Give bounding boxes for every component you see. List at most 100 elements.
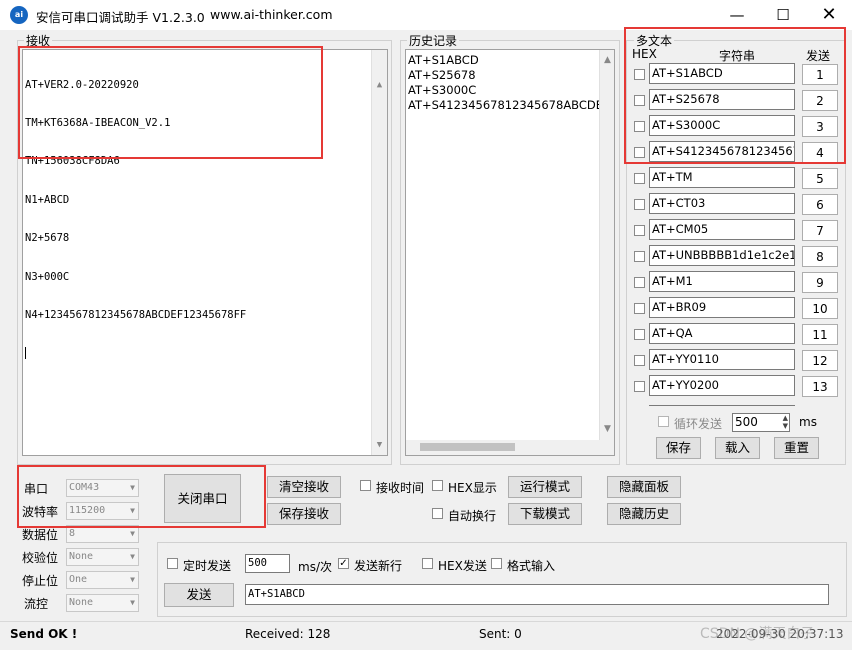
history-item[interactable]: AT+S3000C bbox=[408, 83, 612, 98]
newline-checkbox[interactable]: ✓ bbox=[338, 558, 349, 569]
baud-select[interactable]: 115200 ▼ bbox=[66, 502, 139, 520]
multitext-send-button[interactable]: 8 bbox=[802, 246, 838, 267]
stopbits-select[interactable]: One ▼ bbox=[66, 571, 139, 589]
hex-checkbox[interactable] bbox=[634, 303, 645, 314]
multitext-input[interactable]: AT+S4123456781234567 bbox=[649, 141, 795, 162]
baud-label: 波特率 bbox=[22, 505, 59, 519]
spin-arrows-icon[interactable]: ▲ ▼ bbox=[783, 414, 788, 430]
multitext-input[interactable]: AT+CM05 bbox=[649, 219, 795, 240]
hex-checkbox[interactable] bbox=[634, 199, 645, 210]
hide-panel-button[interactable]: 隐藏面板 bbox=[607, 476, 681, 498]
timed-send-checkbox[interactable] bbox=[167, 558, 178, 569]
hex-checkbox[interactable] bbox=[634, 69, 645, 80]
multitext-load-button[interactable]: 载入 bbox=[715, 437, 760, 459]
history-item[interactable]: AT+S25678 bbox=[408, 68, 612, 83]
multitext-send-button[interactable]: 4 bbox=[802, 142, 838, 163]
hex-checkbox[interactable] bbox=[634, 173, 645, 184]
flow-label: 流控 bbox=[24, 597, 49, 611]
receive-scrollbar[interactable]: ▲ ▼ bbox=[371, 50, 387, 455]
multitext-input[interactable]: AT+S25678 bbox=[649, 89, 795, 110]
minimize-button[interactable]: — bbox=[714, 0, 760, 30]
hex-checkbox[interactable] bbox=[634, 251, 645, 262]
loop-send-checkbox[interactable] bbox=[658, 416, 669, 427]
hex-display-checkbox[interactable] bbox=[432, 480, 443, 491]
multitext-input[interactable]: AT+YY0110 bbox=[649, 349, 795, 370]
hide-history-button[interactable]: 隐藏历史 bbox=[607, 503, 681, 525]
multitext-input[interactable]: AT+S1ABCD bbox=[649, 63, 795, 84]
multitext-send-button[interactable]: 13 bbox=[802, 376, 838, 397]
hex-checkbox[interactable] bbox=[634, 121, 645, 132]
multitext-send-button[interactable]: 12 bbox=[802, 350, 838, 371]
databits-select[interactable]: 8 ▼ bbox=[66, 525, 139, 543]
multitext-input[interactable]: AT+UNBBBBB1d1e1c2e1 bbox=[649, 245, 795, 266]
multitext-input[interactable]: AT+BR09 bbox=[649, 297, 795, 318]
hex-checkbox[interactable] bbox=[634, 147, 645, 158]
multitext-input[interactable]: AT+M1 bbox=[649, 271, 795, 292]
multitext-send-button[interactable]: 10 bbox=[802, 298, 838, 319]
close-button[interactable]: ✕ bbox=[806, 0, 852, 30]
multitext-send-button[interactable]: 1 bbox=[802, 64, 838, 85]
multitext-reset-button[interactable]: 重置 bbox=[774, 437, 819, 459]
format-input-label: 格式输入 bbox=[507, 559, 556, 573]
scroll-up-icon[interactable]: ▲ bbox=[600, 53, 614, 68]
multitext-send-button[interactable]: 9 bbox=[802, 272, 838, 293]
hex-checkbox[interactable] bbox=[634, 381, 645, 392]
check-icon: ✓ bbox=[339, 558, 348, 569]
stopbits-label: 停止位 bbox=[22, 574, 59, 588]
hex-checkbox[interactable] bbox=[634, 277, 645, 288]
hex-checkbox[interactable] bbox=[634, 355, 645, 366]
multitext-input[interactable]: AT+YY0200 bbox=[649, 375, 795, 396]
scroll-down-icon[interactable]: ▼ bbox=[600, 422, 614, 437]
flow-select[interactable]: None ▼ bbox=[66, 594, 139, 612]
watermark: CSDN @满天白子 bbox=[700, 626, 815, 642]
hex-send-label: HEX发送 bbox=[438, 559, 487, 573]
send-text-input[interactable]: AT+S1ABCD bbox=[245, 584, 829, 605]
multitext-send-button[interactable]: 6 bbox=[802, 194, 838, 215]
multitext-input[interactable]: AT+TM bbox=[649, 167, 795, 188]
auto-wrap-checkbox[interactable] bbox=[432, 508, 443, 519]
history-list[interactable]: AT+S1ABCD AT+S25678 AT+S3000C AT+S412345… bbox=[405, 49, 615, 456]
download-mode-button[interactable]: 下载模式 bbox=[508, 503, 582, 525]
multitext-send-button[interactable]: 2 bbox=[802, 90, 838, 111]
newline-label: 发送新行 bbox=[354, 559, 403, 573]
text-cursor bbox=[25, 347, 26, 360]
hex-checkbox[interactable] bbox=[634, 329, 645, 340]
port-select[interactable]: COM43 ▼ bbox=[66, 479, 139, 497]
multitext-input[interactable]: AT+S3000C bbox=[649, 115, 795, 136]
history-item[interactable]: AT+S1ABCD bbox=[408, 53, 612, 68]
save-receive-button[interactable]: 保存接收 bbox=[267, 503, 341, 525]
parity-select[interactable]: None ▼ bbox=[66, 548, 139, 566]
col-hex-label: HEX bbox=[632, 47, 657, 61]
send-interval-input[interactable]: 500 bbox=[245, 554, 290, 573]
multitext-send-button[interactable]: 3 bbox=[802, 116, 838, 137]
history-title: 历史记录 bbox=[407, 32, 460, 49]
maximize-button[interactable]: ☐ bbox=[760, 0, 806, 30]
hex-send-checkbox[interactable] bbox=[422, 558, 433, 569]
receive-line: N1+ABCD bbox=[25, 193, 70, 206]
hex-checkbox[interactable] bbox=[634, 225, 645, 236]
multitext-input[interactable]: AT+CT03 bbox=[649, 193, 795, 214]
history-scrollbar[interactable]: ▲ ▼ bbox=[599, 50, 614, 440]
loop-interval-input[interactable]: 500 ▲ ▼ bbox=[732, 413, 790, 432]
history-item[interactable]: AT+S41234567812345678ABCDE bbox=[408, 98, 612, 113]
format-input-checkbox[interactable] bbox=[491, 558, 502, 569]
scroll-down-icon[interactable]: ▼ bbox=[372, 439, 387, 452]
hscroll-thumb[interactable] bbox=[420, 443, 515, 451]
history-hscrollbar[interactable] bbox=[406, 440, 614, 455]
send-button[interactable]: 发送 bbox=[164, 583, 234, 607]
receive-line: AT+VER2.0-20220920 bbox=[25, 78, 139, 91]
close-port-button[interactable]: 关闭串口 bbox=[164, 474, 241, 523]
run-mode-button[interactable]: 运行模式 bbox=[508, 476, 582, 498]
receive-textarea[interactable]: AT+VER2.0-20220920 TM+KT6368A-IBEACON_V2… bbox=[22, 49, 388, 456]
multitext-save-button[interactable]: 保存 bbox=[656, 437, 701, 459]
receive-time-checkbox[interactable] bbox=[360, 480, 371, 491]
receive-title: 接收 bbox=[24, 32, 53, 49]
clear-receive-button[interactable]: 清空接收 bbox=[267, 476, 341, 498]
port-label: 串口 bbox=[24, 482, 49, 496]
multitext-send-button[interactable]: 7 bbox=[802, 220, 838, 241]
scroll-up-icon[interactable]: ▲ bbox=[372, 79, 387, 92]
multitext-send-button[interactable]: 11 bbox=[802, 324, 838, 345]
hex-checkbox[interactable] bbox=[634, 95, 645, 106]
multitext-send-button[interactable]: 5 bbox=[802, 168, 838, 189]
multitext-input[interactable]: AT+QA bbox=[649, 323, 795, 344]
